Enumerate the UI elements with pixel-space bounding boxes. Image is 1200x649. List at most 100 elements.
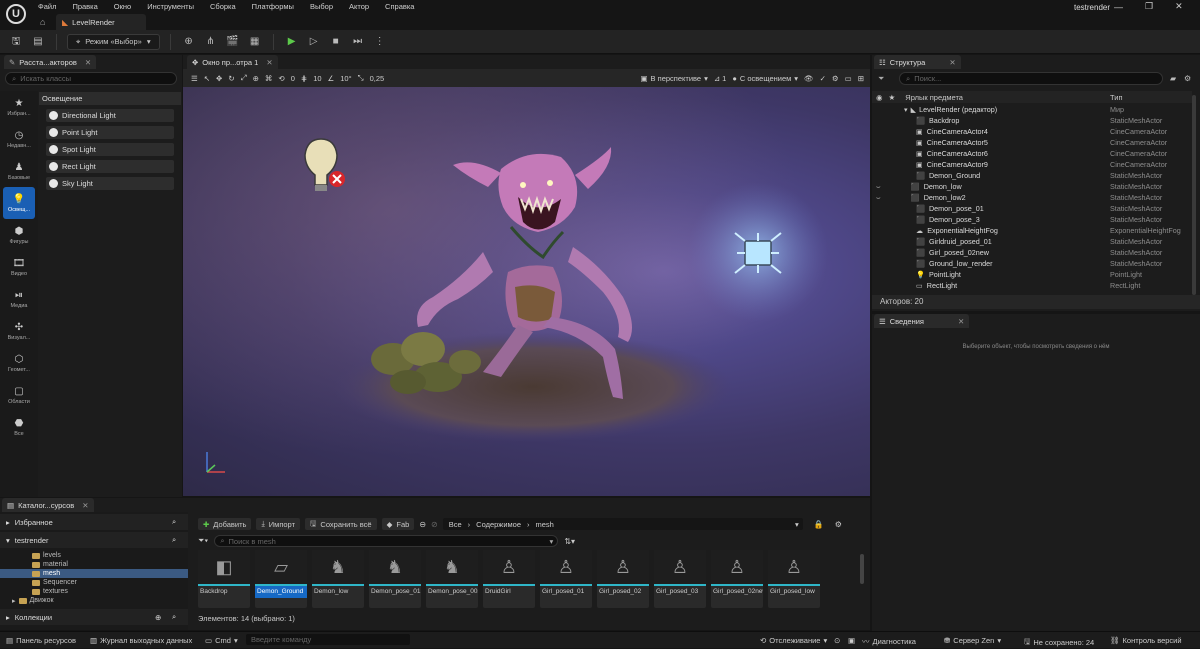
angle-snap-icon[interactable]: ∠: [328, 74, 335, 83]
settings-icon[interactable]: ⚙: [835, 520, 842, 529]
sky-light-item[interactable]: Sky Light: [46, 177, 174, 190]
play-icon[interactable]: ▶: [284, 34, 300, 50]
outliner-row[interactable]: ⬛ Ground_low_render StaticMeshActor: [872, 258, 1192, 269]
folder-levels[interactable]: levels: [0, 551, 188, 560]
rect-light-item[interactable]: Rect Light: [46, 160, 174, 173]
search-icon[interactable]: ⌕: [172, 612, 176, 622]
unreal-logo-icon[interactable]: U: [6, 4, 26, 24]
surface-snap-icon[interactable]: ⌘: [265, 74, 273, 83]
category-volumes[interactable]: ▢ Области: [0, 379, 38, 411]
step-icon[interactable]: ▷: [306, 34, 322, 50]
path-segment[interactable]: Все: [449, 520, 462, 529]
rotation-snap-icon[interactable]: ⟲: [278, 74, 284, 83]
menu-build[interactable]: Сборка: [210, 0, 236, 13]
viewport-canvas[interactable]: [183, 87, 870, 496]
outliner-search-input[interactable]: ⌕ Поиск...: [899, 72, 1163, 85]
collections-header[interactable]: ▸ Коллекции ⊕ ⌕: [0, 609, 188, 625]
search-icon[interactable]: ⌕: [172, 535, 176, 545]
category-basic[interactable]: ♟ Базовые: [0, 155, 38, 187]
category-geometry[interactable]: ⬡ Геомет...: [0, 347, 38, 379]
tracking-dropdown[interactable]: ⟲ Отслеживание ▾: [760, 636, 827, 645]
grid-snap-icon[interactable]: ⋕: [301, 74, 307, 83]
search-icon[interactable]: ⌕: [172, 517, 176, 527]
back-icon[interactable]: ⊖: [419, 520, 426, 529]
outliner-scrollbar[interactable]: [1192, 95, 1196, 295]
scale-snap-value[interactable]: 0,25: [370, 74, 385, 83]
chevron-down-icon[interactable]: ▾: [795, 520, 799, 529]
stop-icon[interactable]: ■: [328, 34, 344, 50]
asset-tile[interactable]: ♙ Girl_posed_02: [597, 550, 649, 608]
outliner-row[interactable]: 💡 PointLight PointLight: [872, 269, 1192, 280]
rect-light-sprite[interactable]: [734, 232, 782, 274]
pin-icon[interactable]: ★: [889, 93, 896, 102]
path-segment[interactable]: mesh: [536, 520, 554, 529]
category-all[interactable]: ⬣ Все: [0, 411, 38, 443]
add-actor-icon[interactable]: ⊕: [181, 34, 197, 50]
category-video[interactable]: 🎞 Видео: [0, 251, 38, 283]
category-media[interactable]: ⏯ Медиа: [0, 283, 38, 315]
scale-snap-icon[interactable]: ⤡: [358, 73, 364, 83]
menu-window[interactable]: Окно: [114, 0, 131, 13]
settings-icon[interactable]: ⚙: [832, 74, 839, 83]
record-icon[interactable]: ⊙: [834, 636, 840, 645]
expand-icon[interactable]: ▾: [904, 105, 908, 114]
maximize-icon[interactable]: ❐: [1145, 1, 1153, 12]
content-browser-tab[interactable]: ▤ Каталог...сурсов ✕: [2, 498, 94, 512]
menu-icon[interactable]: ☰: [191, 74, 198, 83]
folder-engine[interactable]: ▸ Движок: [0, 596, 188, 605]
directional-light-item[interactable]: Directional Light: [46, 109, 174, 122]
column-type[interactable]: Тип: [1110, 93, 1123, 102]
filter-icon[interactable]: ⏷▾: [198, 536, 208, 546]
diagnostics-button[interactable]: 〰 Диагностика: [862, 636, 916, 647]
menu-select[interactable]: Выбор: [310, 0, 333, 13]
outliner-row[interactable]: ⬛ Girl_posed_02new StaticMeshActor: [872, 247, 1192, 258]
screen-percentage[interactable]: ⊿ 1: [714, 74, 726, 83]
point-light-item[interactable]: Point Light: [46, 126, 174, 139]
layout-icon[interactable]: ⊞: [858, 74, 864, 83]
outliner-row[interactable]: ▣ CineCameraActor9 CineCameraActor: [872, 159, 1192, 170]
asset-tile[interactable]: ◧ Backdrop: [198, 550, 250, 608]
project-header[interactable]: ▾ testrender ⌕: [0, 532, 188, 548]
category-visual[interactable]: ✣ Визуал...: [0, 315, 38, 347]
outliner-row[interactable]: ▣ CineCameraActor6 CineCameraActor: [872, 148, 1192, 159]
rotate-icon[interactable]: ↻: [228, 74, 234, 83]
settings-icon[interactable]: ⚙: [1184, 74, 1191, 83]
folder-material[interactable]: material: [0, 560, 188, 569]
hidden-eye-icon[interactable]: ⌣: [876, 182, 881, 192]
close-icon[interactable]: ✕: [949, 58, 955, 67]
blueprint-icon[interactable]: ⋔: [203, 34, 219, 50]
content-drawer-button[interactable]: ▤ Панель ресурсов: [6, 636, 76, 645]
cmd-dropdown[interactable]: ▭ Cmd ▾: [205, 636, 238, 645]
close-icon[interactable]: ✕: [85, 58, 91, 67]
viewport-tab[interactable]: ✥ Окно пр...отра 1 ✕: [187, 55, 278, 69]
asset-tile[interactable]: ♙ Girl_posed_02new: [711, 550, 763, 608]
path-segment[interactable]: Содержимое: [476, 520, 521, 529]
browse-icon[interactable]: ▤: [30, 34, 46, 50]
outliner-row[interactable]: ▭ RectLight RectLight: [872, 280, 1192, 291]
asset-tile[interactable]: ♞ Demon_low: [312, 550, 364, 608]
category-shapes[interactable]: ⬢ Фигуры: [0, 219, 38, 251]
angle-snap-value[interactable]: 10°: [340, 74, 351, 83]
lock-icon[interactable]: 🔒: [814, 520, 824, 529]
favorites-header[interactable]: ▸ Избранное ⌕: [0, 514, 188, 530]
asset-tile[interactable]: ♙ Girl_posed_low: [768, 550, 820, 608]
folder-sequencer[interactable]: Sequencer: [0, 578, 188, 587]
outliner-row[interactable]: ⬛ Backdrop StaticMeshActor: [872, 115, 1192, 126]
unsaved-button[interactable]: 🖫 Не сохранено: 24: [1024, 636, 1094, 649]
asset-tile[interactable]: ♞ Demon_pose_002: [426, 550, 478, 608]
mode-dropdown[interactable]: ⌖ Режим «Выбор» ▾: [67, 33, 160, 50]
category-favorites[interactable]: ★ Избран...: [0, 91, 38, 123]
folder-textures[interactable]: textures: [0, 587, 188, 596]
launch-icon[interactable]: ⏭: [350, 34, 366, 50]
sort-icon[interactable]: ⇅▾: [564, 537, 575, 546]
save-icon[interactable]: 🖫: [8, 34, 24, 50]
asset-tile[interactable]: ♞ Demon_pose_01: [369, 550, 421, 608]
realtime-icon[interactable]: ✓: [820, 74, 826, 83]
close-icon[interactable]: ✕: [1175, 1, 1183, 12]
lit-dropdown[interactable]: ● С освещением ▾: [732, 74, 798, 83]
show-icon[interactable]: 👁: [804, 74, 814, 83]
category-recent[interactable]: ◷ Недавн...: [0, 123, 38, 155]
console-input[interactable]: Введите команду: [246, 634, 410, 645]
menu-help[interactable]: Справка: [385, 0, 414, 13]
outliner-row[interactable]: ▣ CineCameraActor4 CineCameraActor: [872, 126, 1192, 137]
